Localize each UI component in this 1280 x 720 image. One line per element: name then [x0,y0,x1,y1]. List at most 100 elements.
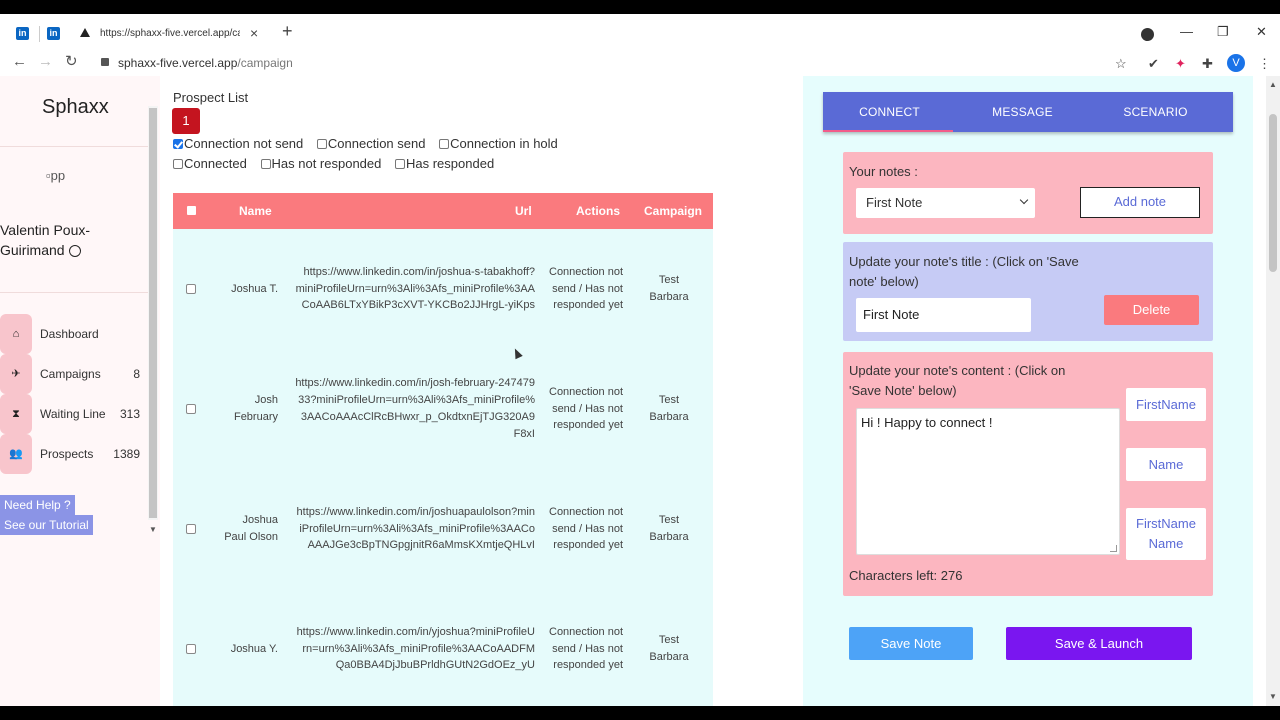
content-label-line1: Update your note's content : (Click on [849,363,1066,378]
cell-action: Connection not send / Has not responded … [549,505,623,552]
row-checkbox[interactable] [186,404,196,414]
menu-icon[interactable]: ⋮ [1258,56,1271,72]
row-checkbox[interactable] [186,284,196,294]
profile-icon[interactable] [1141,28,1154,41]
cell-action: Connection not send / Has not responded … [549,385,623,432]
cell-url[interactable]: https://www.linkedin.com/in/yjoshua?mini… [295,589,535,706]
reload-icon[interactable]: ↻ [65,54,78,70]
tab-connect[interactable]: CONNECT [823,105,956,119]
scroll-down-icon[interactable]: ▼ [149,525,157,534]
tab-message[interactable]: MESSAGE [956,105,1089,119]
scroll-up-icon[interactable]: ▲ [1269,80,1277,89]
cell-action: Connection not send / Has not responded … [549,625,623,672]
extension-icon[interactable]: ✦ [1175,56,1186,72]
url-field[interactable]: sphaxx-five.vercel.app/campaign [118,56,293,70]
timer-icon[interactable] [68,245,81,258]
tab-scenario[interactable]: SCENARIO [1089,105,1222,119]
sidebar-item-count: 8 [133,367,140,381]
star-icon[interactable]: ☆ [1115,56,1127,72]
minimize-icon[interactable]: — [1180,24,1193,39]
sidebar-item-dashboard[interactable]: ⌂ Dashboard [0,314,148,354]
header-campaign[interactable]: Campaign [644,204,702,218]
header-url[interactable]: Url [515,204,532,218]
page: Sphaxx ▫pp Valentin Poux- Guirimand ⌂ Da… [0,76,1280,706]
scroll-thumb[interactable] [1269,114,1277,272]
page-badge[interactable]: 1 [172,108,200,134]
app-title: Sphaxx [42,96,109,118]
checkbox[interactable] [173,159,183,169]
extension-check-icon[interactable]: ✔ [1148,56,1159,72]
cell-url[interactable]: https://www.linkedin.com/in/joshuapaulol… [295,469,535,589]
back-icon[interactable]: ← [12,54,27,70]
chevron-down-icon [1019,195,1029,205]
insert-firstname-button[interactable]: FirstName [1126,388,1206,421]
puzzle-icon[interactable]: ✚ [1202,56,1213,72]
divider [0,292,148,293]
restore-icon[interactable]: ❐ [1217,24,1229,40]
close-window-icon[interactable]: ✕ [1256,24,1267,40]
checkbox[interactable] [173,139,183,149]
sidebar-scrollbar[interactable]: ▼ [148,106,158,534]
filter-connection-send[interactable]: Connection send [316,136,425,151]
table-row[interactable]: Josh February https://www.linkedin.com/i… [173,349,713,469]
title-label-line1: Update your note's title : (Click on 'Sa… [849,254,1079,269]
main-content: Prospect List 1 Connection not send Conn… [160,76,803,706]
address-bar: ← → ↻ sphaxx-five.vercel.app/campaign ☆ … [0,50,1280,76]
help-line1[interactable]: Need Help ? [0,495,75,515]
sidebar-item-waiting-line[interactable]: ⧗ Waiting Line 313 [0,394,148,434]
help-line2[interactable]: See our Tutorial [0,515,93,535]
notes-select[interactable]: First Note [856,188,1035,218]
linkedin-icon[interactable]: in [47,27,60,40]
filter-has-not-responded[interactable]: Has not responded [260,156,381,171]
new-tab-icon[interactable]: + [282,22,293,40]
table-row[interactable]: Joshua Y. https://www.linkedin.com/in/yj… [173,589,713,706]
sidebar-item-campaigns[interactable]: ✈ Campaigns 8 [0,354,148,394]
row-checkbox[interactable] [186,524,196,534]
row-checkbox[interactable] [186,644,196,654]
filter-connection-in-hold[interactable]: Connection in hold [439,136,558,151]
save-launch-button[interactable]: Save & Launch [1006,627,1192,660]
title-label: Update your note's title : (Click on 'Sa… [849,252,1079,292]
var-full-line2: Name [1148,536,1184,551]
cell-action: Connection not send / Has not responded … [549,265,623,312]
profile-avatar[interactable]: V [1227,54,1245,72]
header-name[interactable]: Name [239,204,272,218]
save-note-button[interactable]: Save Note [849,627,973,660]
checkbox[interactable] [316,139,327,149]
var-full-line1: FirstName [1136,516,1196,531]
checkbox[interactable] [439,139,450,149]
insert-name-button[interactable]: Name [1126,448,1206,481]
forward-icon[interactable]: → [38,54,53,70]
table-row[interactable]: Joshua Paul Olson https://www.linkedin.c… [173,469,713,589]
user-name: Valentin Poux- Guirimand [0,220,90,260]
lock-icon[interactable] [101,58,109,66]
filter-has-responded[interactable]: Has responded [395,156,494,171]
filter-group: Connection not send Connection send Conn… [173,134,568,174]
table-row[interactable]: Joshua T. https://www.linkedin.com/in/jo… [173,229,713,349]
help-link[interactable]: Need Help ? See our Tutorial [0,495,93,535]
close-tab-icon[interactable]: × [250,25,258,41]
page-scrollbar[interactable]: ▲ ▼ [1266,76,1280,706]
header-actions[interactable]: Actions [576,204,620,218]
cell-url[interactable]: https://www.linkedin.com/in/joshua-s-tab… [295,229,535,349]
linkedin-icon[interactable]: in [16,27,29,40]
delete-button[interactable]: Delete [1104,295,1199,325]
vercel-icon [80,28,90,37]
filter-connection-not-send[interactable]: Connection not send [173,136,303,151]
cell-url[interactable]: https://www.linkedin.com/in/josh-februar… [295,349,535,469]
content-label: Update your note's content : (Click on '… [849,361,1065,401]
select-all-checkbox[interactable] [187,206,196,215]
resize-grip-icon[interactable] [1110,545,1117,552]
note-content-textarea[interactable]: Hi ! Happy to connect ! [856,408,1120,555]
browser-tab[interactable]: https://sphaxx-five.vercel.app/ca × [70,20,270,50]
table-header: Name Url Actions Campaign [173,193,713,229]
scroll-down-icon[interactable]: ▼ [1269,692,1277,701]
sidebar-item-prospects[interactable]: 👥 Prospects 1389 [0,434,148,474]
add-note-button[interactable]: Add note [1080,187,1200,218]
scroll-thumb[interactable] [149,108,157,518]
filter-connected[interactable]: Connected [173,156,247,171]
checkbox[interactable] [260,159,271,169]
note-title-input[interactable]: First Note [856,298,1031,332]
checkbox[interactable] [395,159,405,169]
insert-fullname-button[interactable]: FirstName Name [1126,508,1206,560]
